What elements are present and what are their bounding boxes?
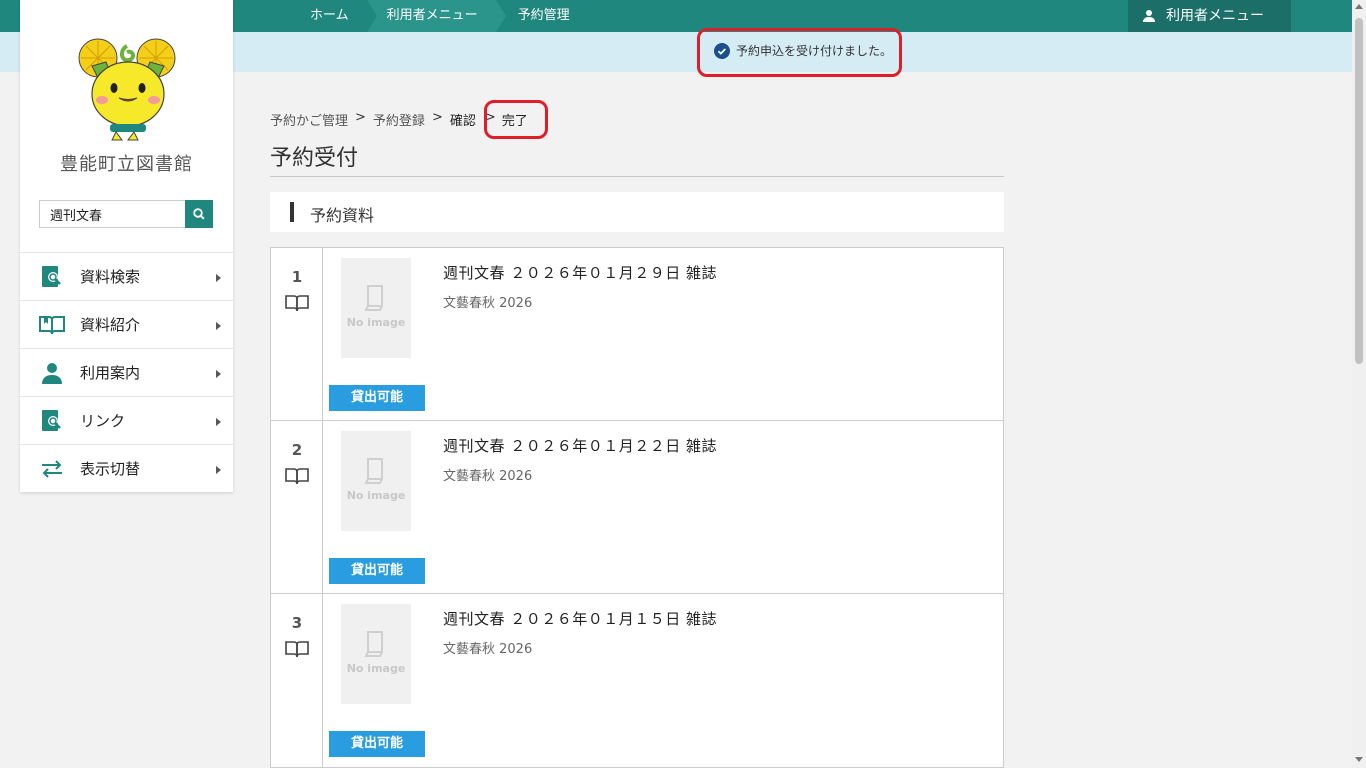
book-placeholder-icon <box>364 285 383 311</box>
no-image-placeholder[interactable]: No image <box>341 431 411 531</box>
book-icon <box>285 468 309 485</box>
step-cart[interactable]: 予約かご管理 <box>270 110 348 129</box>
section-marker <box>290 202 294 222</box>
user-icon <box>1143 10 1155 22</box>
book-placeholder-icon <box>364 458 383 484</box>
sidebar-nav: 資料検索 資料紹介 利用案内 リンク 表示切替 <box>20 252 233 492</box>
sidebar-item-label: リンク <box>80 412 126 430</box>
no-image-placeholder[interactable]: No image <box>341 604 411 704</box>
user-menu-label: 利用者メニュー <box>1166 8 1264 24</box>
sidebar-item-search[interactable]: 資料検索 <box>20 252 233 300</box>
step-confirm: 確認 <box>449 114 476 129</box>
list-item: 2 No image 週刊文春 ２０２６年０１月２２日 雑誌 文藝春秋 2026… <box>271 421 1003 594</box>
item-number: 3 <box>291 614 303 632</box>
sidebar-item-label: 資料紹介 <box>80 316 141 334</box>
book-placeholder-icon <box>364 631 383 657</box>
caret-right-icon <box>216 466 221 474</box>
search-box <box>39 200 214 228</box>
page-title: 予約受付 <box>270 146 359 171</box>
book-search-icon <box>39 264 65 290</box>
caret-right-icon <box>216 370 221 378</box>
search-input[interactable] <box>39 200 186 228</box>
search-icon <box>193 208 205 220</box>
item-number: 2 <box>291 441 303 459</box>
scroll-up-arrow-icon[interactable] <box>1355 4 1363 9</box>
status-badge: 貸出可能 <box>329 558 425 584</box>
library-name: 豊能町立図書館 <box>60 154 193 175</box>
open-book-icon <box>39 312 65 338</box>
sidebar-item-label: 資料検索 <box>80 268 141 286</box>
header-breadcrumb: ホーム 利用者メニュー 予約管理 <box>290 0 588 32</box>
section-title: 予約資料 <box>310 206 375 225</box>
crumb-reservation-management: 予約管理 <box>517 8 570 23</box>
no-image-label: No image <box>346 316 406 329</box>
sidebar: 豊能町立図書館 資料検索 資料紹介 利用案内 <box>20 0 233 492</box>
person-icon <box>39 360 65 386</box>
highlight-ring-complete <box>484 100 548 139</box>
sidebar-item-label: 利用案内 <box>80 364 141 382</box>
item-title[interactable]: 週刊文春 ２０２６年０１月２９日 雑誌 <box>443 262 717 283</box>
reservation-list: 1 No image 週刊文春 ２０２６年０１月２９日 雑誌 文藝春秋 2026… <box>270 247 1004 768</box>
swap-icon <box>39 456 65 482</box>
item-number: 1 <box>291 268 303 286</box>
mascot-logo[interactable] <box>70 36 186 144</box>
item-number-column: 3 <box>271 594 323 767</box>
no-image-label: No image <box>346 489 406 502</box>
search-button[interactable] <box>185 200 213 228</box>
sidebar-item-links[interactable]: リンク <box>20 396 233 444</box>
title-divider <box>270 176 1004 177</box>
item-publisher: 文藝春秋 2026 <box>443 642 533 657</box>
section-header: 予約資料 <box>270 192 1004 232</box>
caret-right-icon <box>216 274 221 282</box>
item-number-column: 1 <box>271 248 323 420</box>
step-separator: > <box>355 110 366 125</box>
status-badge: 貸出可能 <box>329 731 425 757</box>
caret-right-icon <box>216 322 221 330</box>
item-publisher: 文藝春秋 2026 <box>443 469 533 484</box>
list-item: 3 No image 週刊文春 ２０２６年０１月１５日 雑誌 文藝春秋 2026… <box>271 594 1003 767</box>
list-item: 1 No image 週刊文春 ２０２６年０１月２９日 雑誌 文藝春秋 2026… <box>271 248 1003 421</box>
user-menu-button[interactable]: 利用者メニュー <box>1128 0 1291 32</box>
item-title[interactable]: 週刊文春 ２０２６年０１月１５日 雑誌 <box>443 608 717 629</box>
scroll-thumb[interactable] <box>1355 18 1363 364</box>
caret-right-icon <box>216 418 221 426</box>
item-number-column: 2 <box>271 421 323 593</box>
book-icon <box>285 641 309 658</box>
highlight-ring-notice <box>697 28 902 77</box>
item-publisher: 文藝春秋 2026 <box>443 296 533 311</box>
link-icon <box>39 408 65 434</box>
step-register[interactable]: 予約登録 <box>373 110 425 129</box>
sidebar-item-guide[interactable]: 利用案内 <box>20 348 233 396</box>
sidebar-item-display-toggle[interactable]: 表示切替 <box>20 444 233 492</box>
scroll-down-arrow-icon[interactable] <box>1355 757 1363 762</box>
book-icon <box>285 295 309 312</box>
no-image-label: No image <box>346 662 406 675</box>
step-separator: > <box>431 110 443 125</box>
crumb-user-menu[interactable]: 利用者メニュー <box>366 0 506 32</box>
vertical-scrollbar[interactable] <box>1352 0 1366 768</box>
status-badge: 貸出可能 <box>329 385 425 411</box>
sidebar-item-introduction[interactable]: 資料紹介 <box>20 300 233 348</box>
sidebar-item-label: 表示切替 <box>80 460 141 478</box>
item-title[interactable]: 週刊文春 ２０２６年０１月２２日 雑誌 <box>443 435 717 456</box>
crumb-home[interactable]: ホーム <box>290 0 377 32</box>
no-image-placeholder[interactable]: No image <box>341 258 411 358</box>
